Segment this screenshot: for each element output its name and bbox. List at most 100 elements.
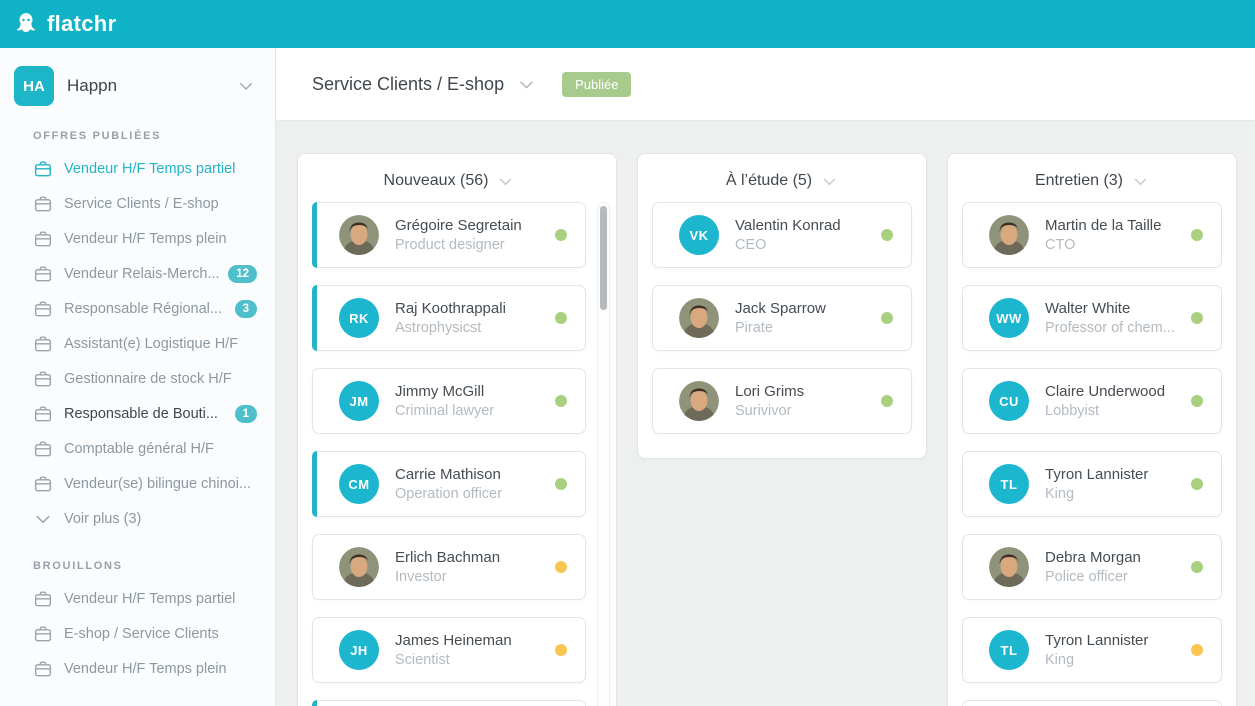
status-dot [881,229,893,241]
candidate-card[interactable]: VK Valentin Konrad CEO [652,202,912,268]
candidate-photo [679,381,719,421]
status-dot [1191,229,1203,241]
candidate-role: Astrophysicst [395,320,545,336]
offer-label: Vendeur H/F Temps plein [64,231,257,247]
sidebar-draft-item[interactable]: Vendeur H/F Temps partiel [0,581,275,616]
kanban-board: Nouveaux (56) [276,121,1255,706]
candidate-card[interactable] [312,700,586,706]
octopus-icon [13,11,39,37]
candidate-name: Raj Koothrappali [395,300,545,317]
offer-label: E-shop / Service Clients [64,626,257,642]
candidate-card[interactable] [962,700,1222,706]
sidebar-offer-item[interactable]: Gestionnaire de stock H/F [0,361,275,396]
candidate-name: Valentin Konrad [735,217,871,234]
candidate-name: Tyron Lannister [1045,632,1181,649]
candidate-initials-avatar: TL [989,464,1029,504]
column-header[interactable]: À l’étude (5) [652,168,912,194]
sidebar-draft-item[interactable]: Vendeur H/F Temps plein [0,651,275,686]
chevron-down-icon [1132,173,1149,190]
candidate-name: Lori Grims [735,383,871,400]
flatchr-logo[interactable]: flatchr [13,11,116,37]
sidebar-offer-item[interactable]: Vendeur H/F Temps plein [0,221,275,256]
offer-label: Vendeur H/F Temps plein [64,661,257,677]
chevron-down-icon[interactable] [237,77,255,95]
sidebar-offer-item[interactable]: Service Clients / E-shop [0,186,275,221]
candidate-role: Lobbyist [1045,403,1181,419]
briefcase-icon [33,404,53,424]
column-header[interactable]: Entretien (3) [962,168,1222,194]
offer-label: Assistant(e) Logistique H/F [64,336,257,352]
sidebar-offer-item[interactable]: Vendeur Relais-Merch... 12 [0,256,275,291]
candidate-card[interactable]: Debra Morgan Police officer [962,534,1222,600]
candidate-card[interactable]: Lori Grims Surivivor [652,368,912,434]
top-navbar: flatchr [0,0,1255,48]
chevron-down-icon [517,75,536,94]
candidate-card[interactable]: WW Walter White Professor of chem... [962,285,1222,351]
briefcase-icon [33,159,53,179]
offer-label: Vendeur Relais-Merch... [64,266,220,282]
sidebar-offer-item[interactable]: Vendeur(se) bilingue chinoi... [0,466,275,501]
candidate-role: Professor of chem... [1045,320,1181,336]
status-dot [555,561,567,573]
candidate-initials-avatar: RK [339,298,379,338]
candidate-role: Scientist [395,652,545,668]
candidate-card[interactable]: Martin de la Taille CTO [962,202,1222,268]
page-title: Service Clients / E-shop [312,74,504,95]
candidate-card[interactable]: JM Jimmy McGill Criminal lawyer [312,368,586,434]
candidate-role: Investor [395,569,545,585]
chevron-down-icon [497,173,514,190]
candidate-role: CEO [735,237,871,253]
candidate-role: Operation officer [395,486,545,502]
candidate-card[interactable]: JH James Heineman Scientist [312,617,586,683]
sidebar-offer-item[interactable]: Assistant(e) Logistique H/F [0,326,275,361]
candidate-name: James Heineman [395,632,545,649]
sidebar-offer-item[interactable]: Responsable de Bouti... 1 [0,396,275,431]
account-switcher[interactable]: HA Happn [14,66,255,106]
candidate-role: Criminal lawyer [395,403,545,419]
briefcase-icon [33,439,53,459]
briefcase-icon [33,624,53,644]
column-scrollbar-track[interactable] [597,202,610,706]
candidate-initials-avatar: WW [989,298,1029,338]
briefcase-icon [33,334,53,354]
status-dot [1191,395,1203,407]
candidate-card[interactable]: TL Tyron Lannister King [962,617,1222,683]
candidate-card[interactable]: CM Carrie Mathison Operation officer [312,451,586,517]
column-title: Entretien (3) [1035,172,1123,190]
offer-label: Service Clients / E-shop [64,196,257,212]
candidate-name: Jimmy McGill [395,383,545,400]
published-offers-list: Vendeur H/F Temps partiel Service Client… [0,151,275,536]
column-header[interactable]: Nouveaux (56) [312,168,586,194]
candidate-card[interactable]: RK Raj Koothrappali Astrophysicst [312,285,586,351]
candidate-name: Martin de la Taille [1045,217,1181,234]
sidebar-draft-item[interactable]: E-shop / Service Clients [0,616,275,651]
candidate-role: King [1045,486,1181,502]
brand-name: flatchr [47,11,116,37]
candidate-name: Walter White [1045,300,1181,317]
offer-title-dropdown[interactable]: Service Clients / E-shop [312,74,536,95]
offer-label: Responsable Régional... [64,301,227,317]
candidate-card[interactable]: Jack Sparrow Pirate [652,285,912,351]
card-list: Martin de la Taille CTO WW Walter White [962,202,1222,706]
status-dot [555,312,567,324]
sidebar-offer-item[interactable]: Responsable Régional... 3 [0,291,275,326]
status-dot [555,395,567,407]
sidebar-offer-item[interactable]: Comptable général H/F [0,431,275,466]
candidate-card[interactable]: Erlich Bachman Investor [312,534,586,600]
account-name: Happn [67,76,237,96]
candidate-initials-avatar: TL [989,630,1029,670]
briefcase-icon [33,369,53,389]
section-brouillons: BROUILLONS [33,560,275,572]
candidate-role: Pirate [735,320,871,336]
column-scrollbar-thumb[interactable] [600,206,607,310]
sidebar-offer-item[interactable]: Voir plus (3) [0,501,275,536]
sidebar-offer-item[interactable]: Vendeur H/F Temps partiel [0,151,275,186]
column-title: À l’étude (5) [726,172,812,190]
briefcase-icon [33,474,53,494]
candidate-card[interactable]: Grégoire Segretain Product designer [312,202,586,268]
card-list: Grégoire Segretain Product designer RK R… [312,202,586,706]
candidate-name: Tyron Lannister [1045,466,1181,483]
candidate-role: Surivivor [735,403,871,419]
candidate-card[interactable]: TL Tyron Lannister King [962,451,1222,517]
candidate-card[interactable]: CU Claire Underwood Lobbyist [962,368,1222,434]
